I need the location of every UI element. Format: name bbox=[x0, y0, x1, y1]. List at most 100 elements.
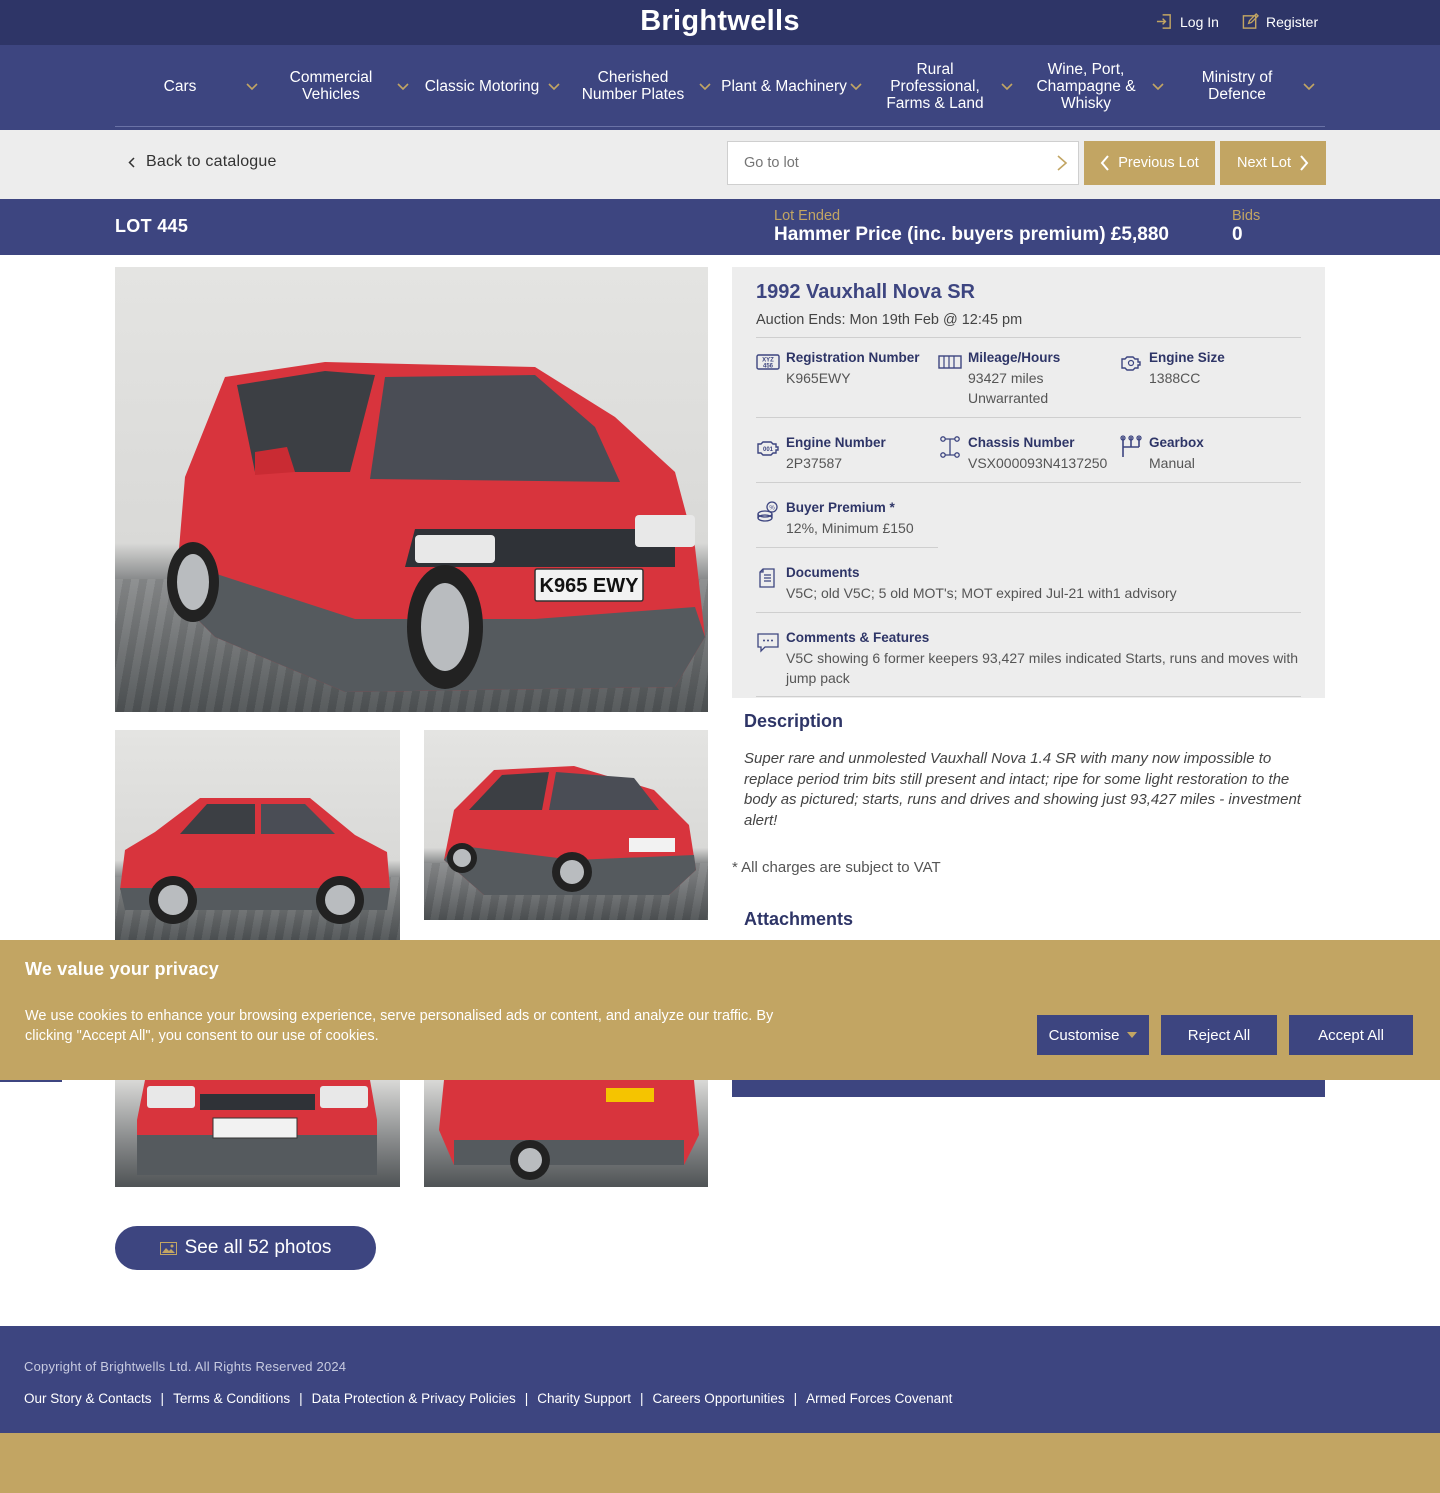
nav-label: Cars bbox=[163, 77, 197, 95]
spec-engine-size: Engine Size 1388CC bbox=[1119, 350, 1301, 410]
see-all-photos-button[interactable]: See all 52 photos bbox=[115, 1226, 376, 1270]
catalogue-bar: Back to catalogue Previous Lot Next Lot bbox=[0, 130, 1440, 199]
engine-icon bbox=[1121, 356, 1141, 371]
speech-bubble-icon bbox=[757, 633, 779, 653]
spec-value: V5C showing 6 former keepers 93,427 mile… bbox=[786, 650, 1299, 686]
customise-button[interactable]: Customise bbox=[1037, 1015, 1149, 1055]
footer-bottom-band bbox=[0, 1433, 1440, 1493]
odometer-icon bbox=[938, 355, 962, 369]
car-front-image bbox=[444, 766, 696, 895]
spec-value: 93427 miles Unwarranted bbox=[968, 370, 1049, 406]
accept-all-label: Accept All bbox=[1318, 1026, 1384, 1044]
description-text: Super rare and unmolested Vauxhall Nova … bbox=[744, 750, 1301, 829]
description-heading: Description bbox=[744, 711, 844, 731]
footer-link-privacy[interactable]: Data Protection & Privacy Policies bbox=[312, 1391, 516, 1406]
chevron-down-icon bbox=[1303, 83, 1315, 91]
spec-label: Mileage/Hours bbox=[968, 350, 1061, 365]
back-to-catalogue-link[interactable]: Back to catalogue bbox=[128, 153, 277, 171]
spec-engine-number: 001 Engine Number 2P37587 bbox=[756, 435, 938, 475]
svg-text:001: 001 bbox=[763, 447, 774, 453]
top-bar: Brightwells Log In Register bbox=[0, 0, 1440, 45]
bids-count: 0 bbox=[1232, 224, 1243, 245]
footer-link-charity[interactable]: Charity Support bbox=[537, 1391, 631, 1406]
nav-item-cherished-number-plates[interactable]: Cherished Number Plates bbox=[568, 45, 719, 127]
cookie-title: We value your privacy bbox=[25, 959, 219, 979]
register-link[interactable]: Register bbox=[1242, 13, 1318, 30]
go-to-lot-input[interactable] bbox=[728, 142, 1028, 184]
spec-comments-features: Comments & Features V5C showing 6 former… bbox=[756, 630, 1301, 690]
nav-item-classic-motoring[interactable]: Classic Motoring bbox=[417, 45, 568, 127]
register-icon bbox=[1242, 13, 1259, 29]
vehicle-title: 1992 Vauxhall Nova SR bbox=[756, 281, 976, 303]
register-label: Register bbox=[1266, 13, 1319, 30]
number-plate-text: K965 EWY bbox=[540, 575, 640, 597]
bids-label: Bids bbox=[1232, 208, 1261, 224]
nav-item-commercial-vehicles[interactable]: Commercial Vehicles bbox=[266, 45, 417, 127]
copyright-text: Copyright of Brightwells Ltd. All Rights… bbox=[24, 1359, 347, 1374]
nav-item-plant-machinery[interactable]: Plant & Machinery bbox=[719, 45, 870, 127]
footer-link-careers[interactable]: Careers Opportunities bbox=[653, 1391, 785, 1406]
go-to-lot-field bbox=[727, 141, 1079, 185]
spec-label: Registration Number bbox=[786, 350, 920, 365]
engine-number-icon: 001 bbox=[757, 441, 779, 456]
spec-buyer-premium: % Buyer Premium * 12%, Minimum £150 bbox=[756, 500, 938, 540]
login-link[interactable]: Log In bbox=[1156, 13, 1219, 30]
spec-label: Engine Number bbox=[786, 435, 886, 450]
previous-lot-button[interactable]: Previous Lot bbox=[1084, 141, 1215, 185]
spec-label: Buyer Premium * bbox=[786, 500, 895, 515]
attachment-item[interactable] bbox=[732, 1078, 1325, 1097]
thumbnail-photo[interactable] bbox=[115, 1080, 400, 1187]
accept-all-button[interactable]: Accept All bbox=[1289, 1015, 1413, 1055]
nav-label: Cherished Number Plates bbox=[581, 69, 685, 103]
nav-item-ministry-of-defence[interactable]: Ministry of Defence bbox=[1172, 45, 1323, 127]
coins-icon: % bbox=[757, 501, 778, 522]
chevron-down-icon bbox=[699, 83, 711, 91]
cookie-text: We use cookies to enhance your browsing … bbox=[25, 1008, 774, 1044]
thumbnail-photo[interactable] bbox=[424, 730, 708, 920]
nav-item-wine-port-champagne-whisky[interactable]: Wine, Port, Champagne & Whisky bbox=[1021, 45, 1172, 127]
lot-number: LOT 445 bbox=[115, 216, 189, 236]
brightwells-logo[interactable]: Brightwells bbox=[0, 5, 1440, 38]
svg-text:%: % bbox=[769, 506, 775, 512]
chevron-down-icon bbox=[1001, 83, 1013, 91]
arrow-right-icon[interactable] bbox=[1056, 155, 1068, 171]
cookie-banner: We value your privacy We use cookies to … bbox=[0, 940, 1440, 1080]
thumbnail-photo[interactable] bbox=[115, 730, 400, 940]
gearbox-icon bbox=[1120, 435, 1142, 457]
lot-details-panel: 1992 Vauxhall Nova SR Auction Ends: Mon … bbox=[732, 267, 1325, 698]
reject-all-button[interactable]: Reject All bbox=[1161, 1015, 1277, 1055]
nav-label: Ministry of Defence bbox=[1201, 69, 1273, 103]
spec-label: Engine Size bbox=[1149, 350, 1225, 365]
lot-status: Lot Ended bbox=[774, 208, 841, 224]
spec-mileage: Mileage/Hours 93427 miles Unwarranted bbox=[938, 350, 1120, 410]
chevron-down-icon bbox=[548, 83, 560, 91]
nav-label: Wine, Port, Champagne & Whisky bbox=[1036, 60, 1136, 112]
chevron-right-icon bbox=[1300, 155, 1309, 171]
main-photo[interactable]: K965 EWY bbox=[115, 267, 708, 712]
footer: Copyright of Brightwells Ltd. All Rights… bbox=[0, 1326, 1440, 1433]
customise-label: Customise bbox=[1048, 1026, 1120, 1044]
image-icon bbox=[159, 1241, 177, 1255]
reject-all-label: Reject All bbox=[1187, 1026, 1251, 1044]
spec-documents: Documents V5C; old V5C; 5 old MOT's; MOT… bbox=[756, 565, 1301, 605]
thumbnail-photo[interactable] bbox=[424, 1080, 708, 1187]
footer-link-our-story[interactable]: Our Story & Contacts bbox=[24, 1391, 152, 1406]
nav-item-rural-professional[interactable]: Rural Professional, Farms & Land bbox=[870, 45, 1021, 127]
footer-links: Our Story & Contacts | Terms & Condition… bbox=[24, 1391, 952, 1406]
divider: | bbox=[160, 1391, 165, 1406]
chassis-icon bbox=[940, 436, 960, 458]
nav-item-cars[interactable]: Cars bbox=[115, 45, 266, 127]
divider: | bbox=[793, 1391, 798, 1406]
footer-link-terms[interactable]: Terms & Conditions bbox=[173, 1391, 290, 1406]
login-icon bbox=[1156, 14, 1171, 29]
spec-chassis-number: Chassis Number VSX000093N4137250 bbox=[938, 435, 1120, 475]
spec-value: Manual bbox=[1149, 455, 1195, 471]
nav-label: Plant & Machinery bbox=[721, 77, 847, 95]
chevron-left-icon bbox=[128, 156, 135, 168]
next-lot-button[interactable]: Next Lot bbox=[1220, 141, 1326, 185]
car-front-three-quarter-image: K965 EWY bbox=[167, 362, 705, 692]
divider: | bbox=[524, 1391, 529, 1406]
footer-link-armed-forces[interactable]: Armed Forces Covenant bbox=[806, 1391, 952, 1406]
vat-note: * All charges are subject to VAT bbox=[732, 859, 941, 876]
car-front-image bbox=[137, 1080, 377, 1175]
